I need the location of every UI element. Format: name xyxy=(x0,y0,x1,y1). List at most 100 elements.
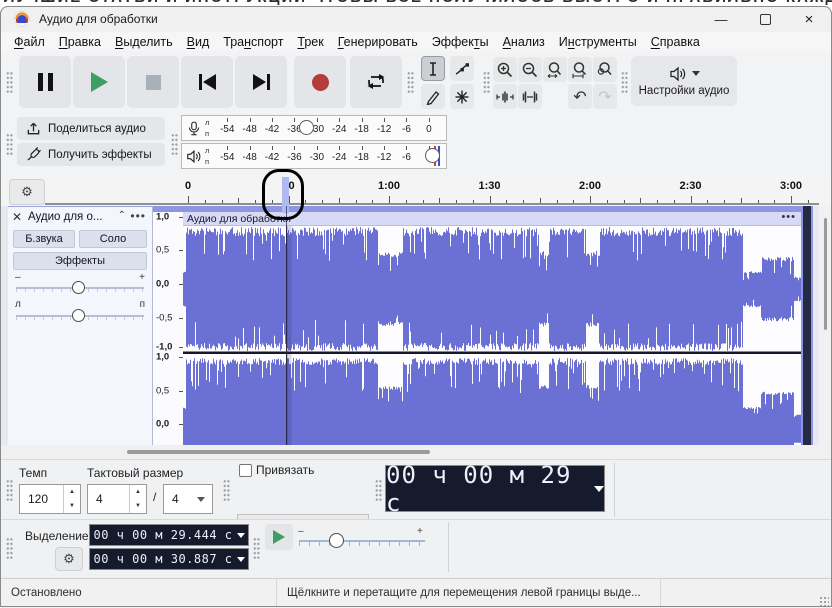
multi-tool-button[interactable] xyxy=(450,84,474,109)
menu-item-Генерировать[interactable]: Генерировать xyxy=(331,35,425,49)
skip-to-end-button[interactable] xyxy=(235,56,287,108)
clip-header[interactable]: Аудио для обработки ••• xyxy=(183,211,801,226)
toolbar-grip[interactable] xyxy=(6,71,13,93)
zoom-fit-button[interactable] xyxy=(568,57,592,82)
selection-tool-button[interactable] xyxy=(421,56,445,81)
horizontal-scrollbar-thumb[interactable] xyxy=(127,450,430,454)
silence-audio-button[interactable] xyxy=(518,84,542,109)
skip-to-start-button[interactable] xyxy=(181,56,233,108)
track-menu-icon[interactable]: ••• xyxy=(130,209,146,223)
menu-item-Транспорт[interactable]: Транспорт xyxy=(216,35,290,49)
chevron-down-icon xyxy=(236,556,245,562)
menu-item-Инструменты[interactable]: Инструменты xyxy=(552,35,644,49)
toolbar-grip[interactable] xyxy=(6,133,13,155)
spin-up-icon[interactable]: ▲ xyxy=(130,485,146,499)
timeline-options-button[interactable]: ⚙ xyxy=(9,179,45,205)
recording-meter[interactable]: лп -54 -48 -42 -36 -30 -24 -18 -12 -6 0 xyxy=(181,115,447,141)
chevron-down-icon xyxy=(691,71,700,76)
play-at-speed-button[interactable] xyxy=(265,524,293,550)
play-speed-slider[interactable] xyxy=(299,540,425,546)
undo-button[interactable]: ↶ xyxy=(568,84,592,109)
redo-button[interactable]: ↷ xyxy=(593,84,617,109)
tempo-spinner[interactable]: 120 ▲ ▼ xyxy=(19,484,81,514)
snap-checkbox[interactable] xyxy=(239,463,252,477)
spin-up-icon[interactable]: ▲ xyxy=(64,485,80,499)
ruler-tick xyxy=(221,200,223,203)
toolbar-grip[interactable] xyxy=(621,71,628,93)
toolbar-grip[interactable] xyxy=(171,133,178,155)
waveform-display[interactable] xyxy=(183,226,801,445)
vertical-scale-ruler[interactable]: 1,0 0,5 0,0 -0,5 -1,0 1,0 0,5 0,0 xyxy=(153,206,183,445)
selection-start-field[interactable]: 00 ч 00 м 29.444 с xyxy=(89,524,249,546)
gear-icon: ⚙ xyxy=(21,184,33,199)
zoom-out-button[interactable] xyxy=(518,57,542,82)
menu-item-Выделить[interactable]: Выделить xyxy=(108,35,180,49)
toolbar-grip[interactable] xyxy=(223,479,230,501)
track-name[interactable]: Аудио для о... xyxy=(28,211,102,223)
menu-item-Справка[interactable]: Справка xyxy=(644,35,707,49)
gain-slider-thumb[interactable] xyxy=(72,281,85,294)
record-button[interactable] xyxy=(294,56,346,108)
menu-item-Файл[interactable]: Файл xyxy=(7,35,52,49)
share-audio-button[interactable]: Поделиться аудио xyxy=(17,117,165,140)
playback-volume-thumb[interactable] xyxy=(425,148,440,163)
track-area: ✕ Аудио для о... ⌃ ••• Б.звука Соло Эффе… xyxy=(1,206,832,445)
toolbar-grip[interactable] xyxy=(375,479,382,501)
spin-down-icon[interactable]: ▼ xyxy=(130,499,146,513)
window-resize-grip[interactable] xyxy=(819,596,829,606)
clip-menu-icon[interactable]: ••• xyxy=(781,211,796,223)
toolbar-grip[interactable] xyxy=(6,479,13,501)
toolbar-grip[interactable] xyxy=(407,71,414,93)
track-close-icon[interactable]: ✕ xyxy=(12,210,22,224)
pan-slider-thumb[interactable] xyxy=(72,309,85,322)
pause-button[interactable] xyxy=(19,56,71,108)
audio-setup-button[interactable]: Настройки аудио xyxy=(631,56,737,106)
menu-item-Эффекты[interactable]: Эффекты xyxy=(425,35,496,49)
time-signature-upper-spinner[interactable]: 4 ▲ ▼ xyxy=(87,484,147,514)
ruler-time-label: 2:00 xyxy=(578,180,602,192)
stop-button[interactable] xyxy=(127,56,179,108)
trim-audio-button[interactable] xyxy=(493,84,517,109)
mute-button[interactable]: Б.звука xyxy=(13,230,75,248)
play-button[interactable] xyxy=(73,56,125,108)
menu-bar: Файл Правка Выделить Вид Транспорт Трек Генери… xyxy=(1,32,831,51)
play-speed-thumb[interactable] xyxy=(329,533,344,548)
loop-button[interactable] xyxy=(350,56,402,108)
minimize-button[interactable]: — xyxy=(699,7,743,32)
zoom-selection-button[interactable] xyxy=(543,57,567,82)
track-header: ✕ Аудио для о... ⌃ ••• xyxy=(8,209,152,226)
vertical-scrollbar[interactable] xyxy=(819,206,832,445)
menu-item-Правка[interactable]: Правка xyxy=(52,35,108,49)
get-effects-button[interactable]: Получить эффекты xyxy=(17,143,165,166)
toolbar-grip[interactable] xyxy=(253,537,260,559)
ruler-tick xyxy=(740,198,742,203)
menu-item-Трек[interactable]: Трек xyxy=(290,35,330,49)
toolbar-grip[interactable] xyxy=(483,71,490,93)
audio-position-display[interactable]: 00 ч 00 м 29 с xyxy=(385,461,605,517)
selection-end-field[interactable]: 00 ч 00 м 30.887 с xyxy=(89,548,249,570)
playback-meter[interactable]: лп -54-48-42-36-30-24-18-12-60 xyxy=(181,143,447,169)
selection-options-button[interactable]: ⚙ xyxy=(55,547,83,571)
toolbar-grip[interactable] xyxy=(6,537,13,559)
zoom-in-button[interactable] xyxy=(493,57,517,82)
envelope-tool-button[interactable] xyxy=(450,56,474,81)
speed-plus-label: + xyxy=(417,526,423,537)
status-state: Остановлено xyxy=(1,579,277,607)
effects-button[interactable]: Эффекты xyxy=(13,252,147,270)
horizontal-scrollbar[interactable] xyxy=(1,445,831,459)
spin-down-icon[interactable]: ▼ xyxy=(64,499,80,513)
recording-volume-thumb[interactable] xyxy=(299,120,314,135)
maximize-button[interactable] xyxy=(743,7,787,32)
menu-item-Вид[interactable]: Вид xyxy=(180,35,217,49)
draw-tool-button[interactable] xyxy=(421,84,445,109)
close-button[interactable]: × xyxy=(787,7,831,32)
menu-item-Анализ[interactable]: Анализ xyxy=(496,35,552,49)
time-signature-upper[interactable]: 4 xyxy=(88,485,129,513)
zoom-toggle-button[interactable] xyxy=(593,57,617,82)
time-signature-lower-dropdown[interactable]: 4 xyxy=(163,484,213,514)
vertical-scrollbar-thumb[interactable] xyxy=(824,218,827,330)
time-ruler[interactable]: 0301:001:302:002:303:00 xyxy=(45,175,819,205)
solo-button[interactable]: Соло xyxy=(79,230,147,248)
tempo-value[interactable]: 120 xyxy=(20,485,63,513)
collapse-icon[interactable]: ⌃ xyxy=(118,210,126,221)
